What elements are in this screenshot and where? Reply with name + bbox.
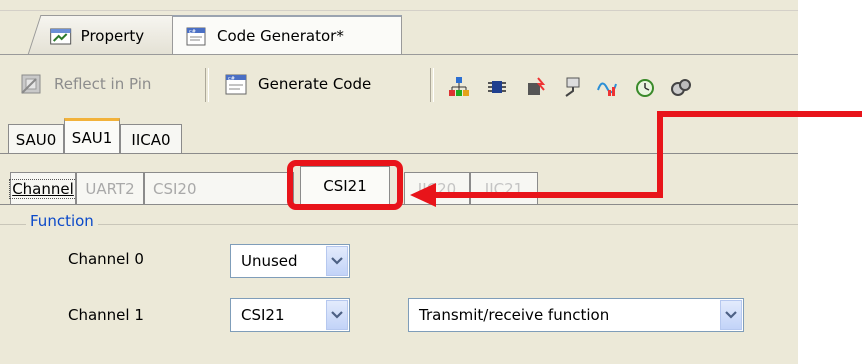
annotation-arrow <box>410 111 862 207</box>
